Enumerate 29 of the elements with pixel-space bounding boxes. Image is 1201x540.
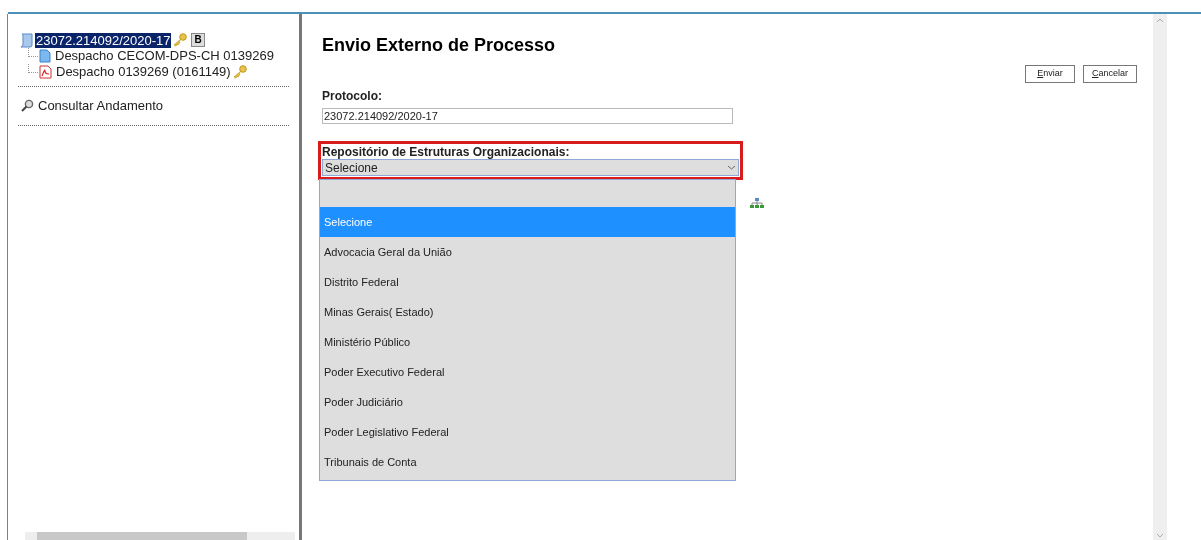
dropdown-option[interactable]: Minas Gerais( Estado) [320,297,735,327]
search-icon [20,99,34,113]
chevron-down-icon [727,165,736,170]
dropdown-option[interactable]: Ministério Público [320,327,735,357]
scroll-up-icon[interactable] [1156,18,1164,23]
process-number[interactable]: 23072.214092/2020-17 [35,32,172,48]
select-field[interactable]: Selecione [322,159,739,176]
dropdown-option[interactable]: Advocacia Geral da União [320,237,735,267]
dropdown-option[interactable]: Poder Judiciário [320,387,735,417]
action-button[interactable]: Enviar [1024,65,1075,83]
key-icon [171,33,188,47]
dropdown-option[interactable]: Poder Executivo Federal [320,357,735,387]
input-field[interactable]: 23072.214092/2020-17 [322,108,733,125]
dropdown-option[interactable]: Distrito Federal [320,267,735,297]
field-label: Protocolo: [322,89,383,103]
action-button[interactable]: Cancelar [1082,65,1137,83]
process-icon [20,32,34,48]
menu-link[interactable]: Consultar Andamento [38,96,164,116]
pdf-icon [39,65,52,79]
vertical-scrollbar[interactable] [1153,14,1167,540]
page-title: Envio Externo de Processo [322,34,557,56]
dropdown-option[interactable]: Poder Legislativo Federal [320,417,735,447]
org-chart-icon[interactable] [750,198,764,209]
field-label: Repositório de Estruturas Organizacionais: [322,145,571,159]
badge: B [191,33,205,47]
scroll-down-icon[interactable] [1156,533,1164,538]
horizontal-scrollbar[interactable] [25,532,295,540]
document-icon [39,49,51,63]
dropdown-option[interactable]: Tribunais de Conta [320,447,735,477]
